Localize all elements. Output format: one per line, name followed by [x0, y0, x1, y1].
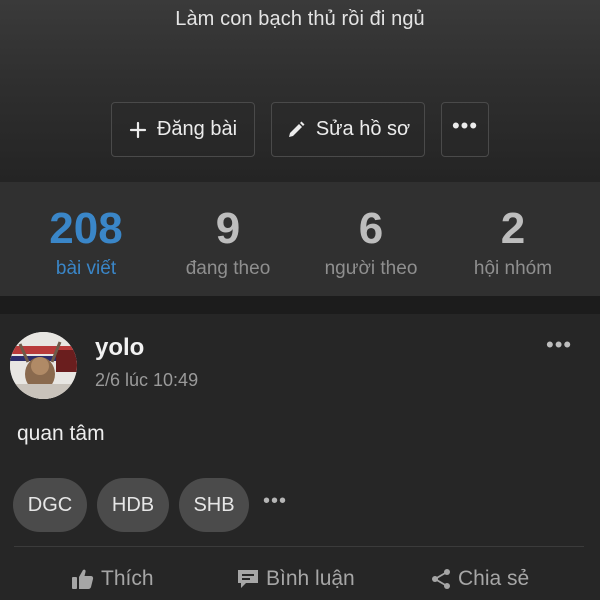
pencil-icon [286, 120, 306, 140]
stat-value: 208 [49, 204, 123, 253]
profile-bio: Làm con bạch thủ rồi đi ngủ [175, 8, 425, 30]
like-label: Thích [101, 567, 154, 590]
profile-stats: 208 bài viết 9 đang theo 6 người theo 2 … [0, 182, 600, 296]
post-timestamp: 2/6 lúc 10:49 [95, 370, 199, 390]
edit-profile-button[interactable]: Sửa hồ sơ [271, 102, 425, 157]
comment-label: Bình luận [266, 567, 355, 590]
profile-header: Làm con bạch thủ rồi đi ngủ Đăng bài Sửa… [0, 0, 600, 182]
stock-tag[interactable]: DGC [13, 478, 87, 532]
thumbs-up-icon [71, 568, 95, 590]
stock-tag[interactable]: HDB [97, 478, 169, 532]
post-card: yolo 2/6 lúc 10:49 ••• quan tâm DGC HDB … [0, 314, 600, 600]
plus-icon [129, 121, 147, 139]
post-author[interactable]: yolo [95, 334, 144, 362]
edit-profile-label: Sửa hồ sơ [315, 118, 411, 140]
section-divider [0, 296, 600, 314]
stat-label: đang theo [185, 258, 271, 279]
stat-value: 2 [500, 204, 526, 253]
more-icon: ••• [451, 112, 479, 138]
stat-label: người theo [324, 258, 418, 279]
comment-button[interactable]: Bình luận [236, 564, 355, 594]
share-icon [430, 568, 452, 590]
like-button[interactable]: Thích [71, 564, 154, 594]
stat-value: 9 [215, 204, 241, 253]
stat-label: bài viết [55, 258, 117, 279]
share-label: Chia sẻ [458, 567, 530, 590]
create-post-button[interactable]: Đăng bài [111, 102, 255, 157]
stock-tag[interactable]: SHB [179, 478, 249, 532]
create-post-label: Đăng bài [156, 118, 238, 140]
post-more-icon[interactable]: ••• [546, 332, 572, 358]
post-divider [14, 546, 584, 547]
profile-more-button[interactable]: ••• [441, 102, 489, 157]
post-text: quan tâm [17, 422, 105, 445]
tags-more-icon[interactable]: ••• [263, 490, 287, 513]
profile-screen: Làm con bạch thủ rồi đi ngủ Đăng bài Sửa… [0, 0, 600, 600]
avatar[interactable] [10, 332, 77, 399]
share-button[interactable]: Chia sẻ [430, 564, 529, 594]
stat-label: hội nhóm [473, 258, 553, 279]
comment-icon [236, 568, 260, 590]
stat-value: 6 [358, 204, 384, 253]
